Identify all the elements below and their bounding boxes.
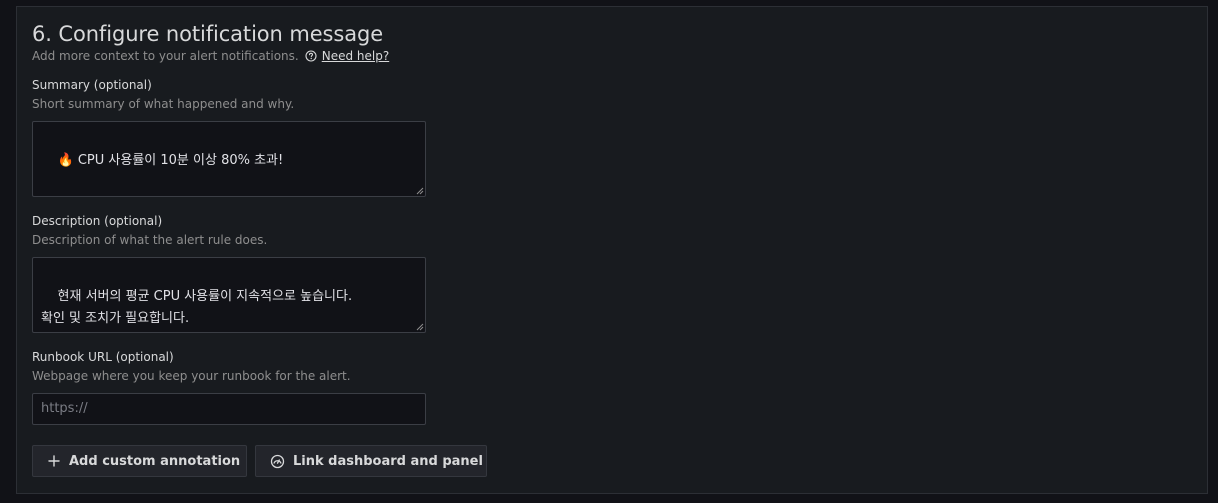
summary-value: 🔥 CPU 사용률이 10분 이상 80% 초과!	[57, 153, 284, 168]
resize-grip-icon[interactable]	[416, 323, 424, 331]
dashboard-link-icon	[270, 453, 285, 469]
runbook-url-placeholder: https://	[41, 401, 88, 416]
subtitle-text: Add more context to your alert notificat…	[32, 49, 299, 63]
resize-grip-icon[interactable]	[416, 187, 424, 195]
runbook-label: Runbook URL (optional)	[32, 350, 174, 364]
notification-message-section: 6. Configure notification message Add mo…	[16, 6, 1208, 494]
summary-label: Summary (optional)	[32, 78, 152, 92]
summary-textarea[interactable]: 🔥 CPU 사용률이 10분 이상 80% 초과!	[32, 121, 426, 197]
description-textarea[interactable]: 현재 서버의 평균 CPU 사용률이 지속적으로 높습니다. 확인 및 조치가 …	[32, 257, 426, 333]
description-label: Description (optional)	[32, 214, 163, 228]
add-custom-annotation-button[interactable]: Add custom annotation	[32, 445, 247, 477]
link-dashboard-panel-label: Link dashboard and panel	[293, 453, 483, 469]
need-help-link[interactable]: Need help?	[322, 49, 389, 63]
description-description: Description of what the alert rule does.	[32, 233, 268, 247]
plus-icon	[47, 453, 61, 469]
summary-description: Short summary of what happened and why.	[32, 97, 295, 111]
runbook-description: Webpage where you keep your runbook for …	[32, 369, 351, 383]
runbook-url-input[interactable]: https://	[32, 393, 426, 425]
description-value: 현재 서버의 평균 CPU 사용률이 지속적으로 높습니다. 확인 및 조치가 …	[41, 289, 353, 326]
link-dashboard-panel-button[interactable]: Link dashboard and panel	[255, 445, 487, 477]
section-subtitle: Add more context to your alert notificat…	[32, 49, 389, 63]
section-title: 6. Configure notification message	[32, 22, 384, 46]
add-custom-annotation-label: Add custom annotation	[69, 453, 241, 469]
question-circle-icon	[305, 50, 317, 62]
